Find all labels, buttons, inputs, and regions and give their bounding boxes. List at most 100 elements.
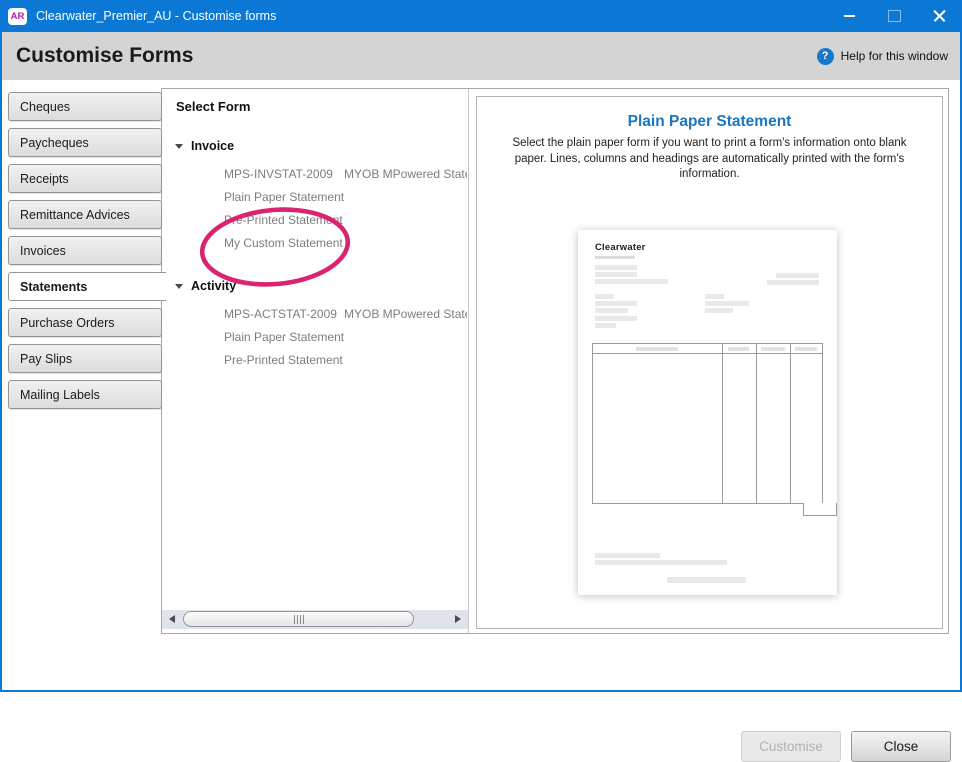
tab-mailing-labels[interactable]: Mailing Labels (8, 380, 162, 409)
preview-total-box (803, 503, 837, 516)
placeholder-bar (776, 273, 819, 278)
table-column-line (722, 344, 723, 503)
tab-label: Cheques (20, 100, 70, 114)
form-item-name: My Custom Statement (224, 236, 343, 250)
tab-remittance-advices[interactable]: Remittance Advices (8, 200, 162, 229)
title-bar: AR Clearwater_Premier_AU - Customise for… (0, 0, 962, 32)
form-item-name: Pre-Printed Statement (224, 213, 343, 227)
placeholder-bar (767, 280, 819, 285)
content-panel: Select FormInvoiceMPS-INVSTAT-2009MYOB M… (161, 88, 949, 634)
close-window-button[interactable] (917, 0, 962, 32)
placeholder-bar (595, 316, 637, 321)
placeholder-bar (595, 301, 637, 306)
tab-label: Mailing Labels (20, 388, 100, 402)
help-link[interactable]: ? Help for this window (817, 48, 948, 65)
collapse-triangle-icon[interactable] (175, 144, 183, 149)
form-item-my-custom-statement[interactable]: My Custom Statement (162, 231, 468, 254)
table-column-line (756, 344, 757, 503)
horizontal-scrollbar[interactable] (162, 610, 468, 629)
tree-group-invoice[interactable]: Invoice (175, 138, 468, 154)
scroll-left-arrow-icon[interactable] (169, 615, 175, 623)
preview-table-header (593, 344, 822, 354)
tab-paycheques[interactable]: Paycheques (8, 128, 162, 157)
tab-statements[interactable]: Statements (8, 272, 166, 301)
scroll-right-arrow-icon[interactable] (455, 615, 461, 623)
page-title: Customise Forms (16, 44, 817, 68)
placeholder-bar (595, 323, 616, 328)
thumb-grip-icon (294, 615, 295, 624)
placeholder-bar (595, 272, 637, 277)
placeholder-bar (595, 294, 614, 299)
placeholder-bar (595, 265, 637, 270)
tab-label: Invoices (20, 244, 66, 258)
tab-label: Paycheques (20, 136, 89, 150)
collapse-triangle-icon[interactable] (175, 284, 183, 289)
customise-button[interactable]: Customise (741, 731, 841, 762)
placeholder-bar (728, 347, 749, 351)
placeholder-bar (705, 301, 749, 306)
tree-group-label: Activity (191, 279, 236, 293)
minimize-icon (844, 15, 855, 17)
tab-cheques[interactable]: Cheques (8, 92, 162, 121)
placeholder-bar (705, 294, 724, 299)
tab-purchase-orders[interactable]: Purchase Orders (8, 308, 162, 337)
window-title: Clearwater_Premier_AU - Customise forms (36, 9, 827, 23)
form-item-plain-paper-statement[interactable]: Plain Paper Statement (162, 185, 468, 208)
placeholder-bar (761, 347, 785, 351)
placeholder-bar (595, 553, 660, 558)
form-item-description: MYOB MPowered Statement (344, 162, 467, 185)
form-item-mps-invstat-2009[interactable]: MPS-INVSTAT-2009 MYOB MPowered Statement (162, 162, 468, 185)
window-controls (827, 0, 962, 32)
form-item-pre-printed-statement[interactable]: Pre-Printed Statement (162, 208, 468, 231)
maximize-button[interactable] (872, 0, 917, 32)
form-item-description: MYOB MPowered Statement (344, 302, 467, 325)
placeholder-bar (636, 347, 678, 351)
placeholder-bar (595, 560, 727, 565)
thumb-grip-icon (303, 615, 304, 624)
tab-label: Purchase Orders (20, 316, 114, 330)
tree-rows-activity: MPS-ACTSTAT-2009MYOB MPowered Statement P… (162, 302, 468, 371)
preview-title: Plain Paper Statement (477, 113, 942, 131)
maximize-icon (888, 10, 901, 22)
close-icon (933, 10, 946, 23)
minimize-button[interactable] (827, 0, 872, 32)
form-item-name: Plain Paper Statement (224, 330, 344, 344)
form-item-name: Plain Paper Statement (224, 190, 344, 204)
thumb-grip-icon (297, 615, 298, 624)
main-area: Cheques Paycheques Receipts Remittance Advi… (0, 80, 962, 692)
tab-pay-slips[interactable]: Pay Slips (8, 344, 162, 373)
form-item-mps-actstat-2009[interactable]: MPS-ACTSTAT-2009MYOB MPowered Statement (162, 302, 468, 325)
tab-label: Statements (20, 280, 87, 294)
form-item-pre-printed-statement[interactable]: Pre-Printed Statement (162, 348, 468, 371)
placeholder-bar (595, 279, 668, 284)
form-type-tabs: Cheques Paycheques Receipts Remittance Advi… (8, 92, 166, 416)
tree-group-activity[interactable]: Activity (175, 278, 468, 294)
preview-description: Select the plain paper form if you want … (497, 136, 922, 183)
header-band: Customise Forms ? Help for this window (0, 32, 962, 80)
tab-receipts[interactable]: Receipts (8, 164, 162, 193)
placeholder-bar (595, 308, 628, 313)
placeholder-abn-text (595, 256, 635, 259)
scrollbar-thumb[interactable] (183, 611, 414, 627)
tab-invoices[interactable]: Invoices (8, 236, 162, 265)
app-logo-icon: AR (8, 8, 27, 25)
form-item-name: MPS-INVSTAT-2009 (224, 167, 333, 181)
placeholder-bar (705, 308, 733, 313)
form-preview-image: Clearwater (578, 230, 837, 595)
tab-label: Remittance Advices (20, 208, 130, 222)
table-column-line (790, 344, 791, 503)
form-item-name: Pre-Printed Statement (224, 353, 343, 367)
preview-table (592, 343, 823, 504)
close-button[interactable]: Close (851, 731, 951, 762)
help-label: Help for this window (841, 49, 948, 63)
tree-group-label: Invoice (191, 139, 234, 153)
tab-label: Pay Slips (20, 352, 72, 366)
form-preview-pane: Plain Paper Statement Select the plain p… (476, 96, 943, 629)
tab-label: Receipts (20, 172, 69, 186)
thumb-grip-icon (300, 615, 301, 624)
form-item-plain-paper-statement[interactable]: Plain Paper Statement (162, 325, 468, 348)
tree-rows-invoice: MPS-INVSTAT-2009MYOB MPowered StatementP… (162, 162, 468, 254)
placeholder-bar (795, 347, 817, 351)
preview-company-name: Clearwater (595, 242, 646, 253)
help-icon: ? (817, 48, 834, 65)
